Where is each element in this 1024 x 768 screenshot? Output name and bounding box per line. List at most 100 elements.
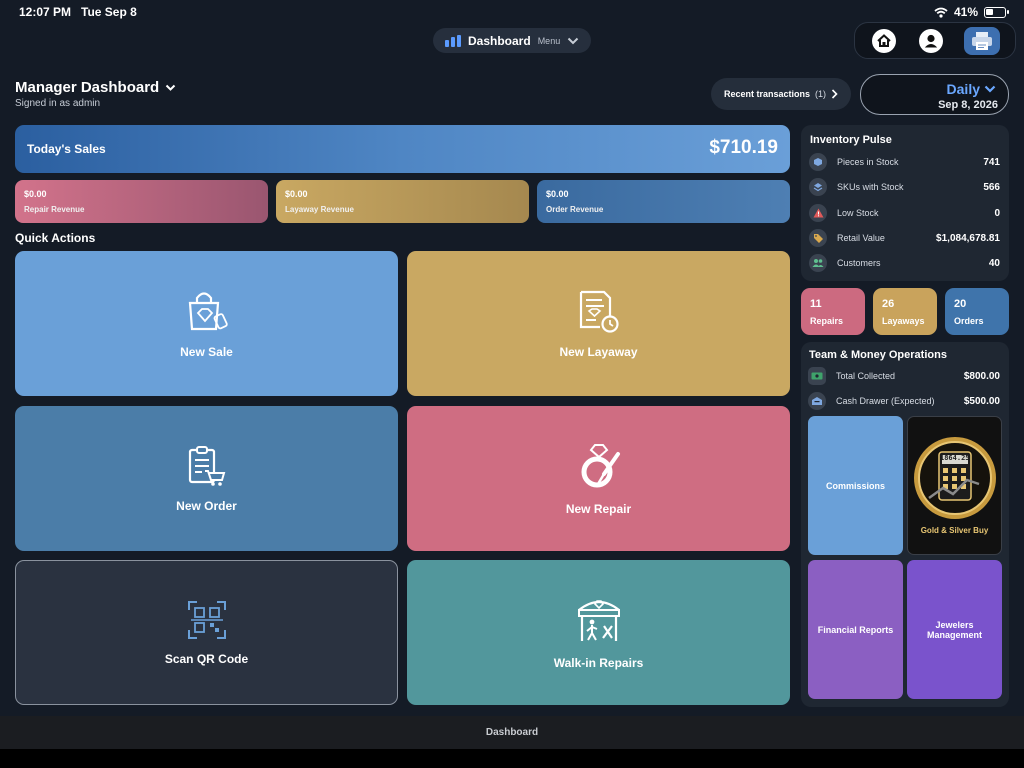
- shopping-bag-icon: [188, 291, 228, 330]
- status-right: 41%: [934, 5, 1009, 19]
- bar-chart-icon: [445, 34, 461, 47]
- printer-button[interactable]: [963, 26, 1000, 55]
- people-icon: [809, 254, 827, 272]
- bottom-strip: [0, 749, 1024, 768]
- chevron-down-icon: [567, 37, 579, 44]
- layaway-revenue-value: $0.00: [285, 189, 308, 199]
- page-title-text: Manager Dashboard: [15, 79, 160, 96]
- recent-transactions-button[interactable]: Recent transactions (1): [711, 78, 851, 110]
- financial-reports-label: Financial Reports: [817, 624, 894, 635]
- order-revenue-value: $0.00: [546, 189, 569, 199]
- sales-label: Today's Sales: [27, 142, 106, 156]
- chevron-down-icon: [984, 85, 996, 93]
- layaway-revenue-label: Layaway Revenue: [285, 205, 354, 214]
- wifi-icon: [934, 7, 948, 18]
- total-collected-row: Total Collected $800.00: [808, 366, 1000, 386]
- quick-actions-title: Quick Actions: [15, 231, 96, 245]
- scan-qr-label: Scan QR Code: [164, 651, 249, 666]
- recent-count: (1): [815, 89, 827, 99]
- walk-in-repairs-label: Walk-in Repairs: [553, 655, 644, 670]
- repairs-count: 11: [810, 298, 822, 310]
- profile-icon: [918, 28, 943, 53]
- new-order-button[interactable]: New Order: [15, 406, 398, 551]
- inventory-label: Low Stock: [837, 208, 879, 218]
- todays-sales-card[interactable]: Today's Sales $710.19: [15, 125, 790, 173]
- gold-silver-buy-tile[interactable]: 1864.25 Gold & Silver Buy: [907, 416, 1002, 555]
- layaways-count: 26: [882, 298, 895, 310]
- calculator-display: 1864.25: [940, 454, 970, 462]
- layers-icon: [809, 178, 827, 196]
- period-label: Daily: [946, 81, 980, 97]
- page-title[interactable]: Manager Dashboard: [15, 79, 176, 96]
- repair-revenue-card[interactable]: $0.00 Repair Revenue: [15, 180, 268, 223]
- battery-percent: 41%: [953, 5, 978, 19]
- warning-icon: [809, 204, 827, 222]
- repair-revenue-label: Repair Revenue: [24, 205, 85, 214]
- new-sale-label: New Sale: [180, 344, 233, 359]
- bottom-tab-bar: Dashboard: [0, 716, 1024, 749]
- header-icon-group: [854, 22, 1016, 59]
- new-sale-button[interactable]: New Sale: [15, 251, 398, 396]
- layaways-count-card[interactable]: 26 Layaways: [873, 288, 937, 335]
- home-icon: [872, 28, 897, 53]
- repairs-label: Repairs: [810, 316, 844, 326]
- repairs-count-card[interactable]: 11 Repairs: [801, 288, 865, 335]
- inventory-value: 40: [988, 257, 1000, 269]
- inventory-label: Retail Value: [837, 233, 885, 243]
- ring-screwdriver-icon: [581, 443, 620, 487]
- total-collected-label: Total Collected: [836, 371, 896, 381]
- cash-icon: [808, 367, 826, 385]
- orders-count-card[interactable]: 20 Orders: [945, 288, 1009, 335]
- signed-in-label: Signed in as admin: [15, 98, 101, 109]
- home-button[interactable]: [870, 27, 898, 55]
- period-label-wrap: Daily: [947, 81, 996, 97]
- nav-title: Dashboard: [468, 33, 531, 48]
- cash-drawer-value: $500.00: [963, 395, 1000, 407]
- jewelers-management-tile[interactable]: Jewelers Management: [907, 560, 1002, 699]
- gold-silver-label: Gold & Silver Buy: [920, 526, 989, 535]
- inventory-row-low-stock: Low Stock 0: [809, 203, 1000, 223]
- tag-icon: [809, 229, 827, 247]
- layaways-label: Layaways: [882, 316, 925, 326]
- battery-icon: [984, 6, 1009, 18]
- period-selector[interactable]: Daily Sep 8, 2026: [860, 74, 1009, 115]
- commissions-label: Commissions: [825, 480, 885, 491]
- inventory-row-pieces: Pieces in Stock 741: [809, 152, 1000, 172]
- clipboard-cart-icon: [188, 445, 225, 486]
- dashboard-menu-pill[interactable]: Dashboard Menu: [433, 28, 591, 53]
- sales-value: $710.19: [709, 137, 778, 158]
- inventory-value: 566: [983, 181, 1000, 193]
- repair-revenue-value: $0.00: [24, 189, 47, 199]
- financial-reports-tile[interactable]: Financial Reports: [808, 560, 903, 699]
- inventory-row-customers: Customers 40: [809, 253, 1000, 273]
- order-revenue-label: Order Revenue: [546, 205, 604, 214]
- inventory-label: SKUs with Stock: [837, 182, 904, 192]
- new-repair-button[interactable]: New Repair: [407, 406, 790, 551]
- chevron-right-icon: [831, 89, 838, 99]
- jewelers-management-label: Jewelers Management: [926, 619, 982, 640]
- profile-button[interactable]: [917, 27, 945, 55]
- inventory-title: Inventory Pulse: [810, 134, 892, 146]
- orders-label: Orders: [954, 316, 984, 326]
- tab-dashboard[interactable]: Dashboard: [486, 727, 538, 738]
- new-layaway-label: New Layaway: [559, 344, 638, 359]
- inventory-row-skus: SKUs with Stock 566: [809, 177, 1000, 197]
- new-order-label: New Order: [176, 498, 237, 513]
- inventory-label: Customers: [837, 258, 881, 268]
- chevron-down-icon: [165, 84, 176, 91]
- order-revenue-card[interactable]: $0.00 Order Revenue: [537, 180, 790, 223]
- printer-icon: [971, 31, 992, 50]
- calculator-coin-icon: [913, 437, 996, 519]
- walk-in-repairs-button[interactable]: Walk-in Repairs: [407, 560, 790, 705]
- qr-code-icon: [187, 600, 226, 639]
- total-collected-value: $800.00: [963, 370, 1000, 382]
- cash-drawer-row: Cash Drawer (Expected) $500.00: [808, 391, 1000, 411]
- new-repair-label: New Repair: [565, 501, 632, 516]
- cash-drawer-label: Cash Drawer (Expected): [836, 396, 935, 406]
- inventory-value: $1,084,678.81: [936, 232, 1000, 244]
- new-layaway-button[interactable]: New Layaway: [407, 251, 790, 396]
- layaway-revenue-card[interactable]: $0.00 Layaway Revenue: [276, 180, 529, 223]
- scan-qr-button[interactable]: Scan QR Code: [15, 560, 398, 705]
- recent-label: Recent transactions: [723, 89, 811, 99]
- commissions-tile[interactable]: Commissions: [808, 416, 903, 555]
